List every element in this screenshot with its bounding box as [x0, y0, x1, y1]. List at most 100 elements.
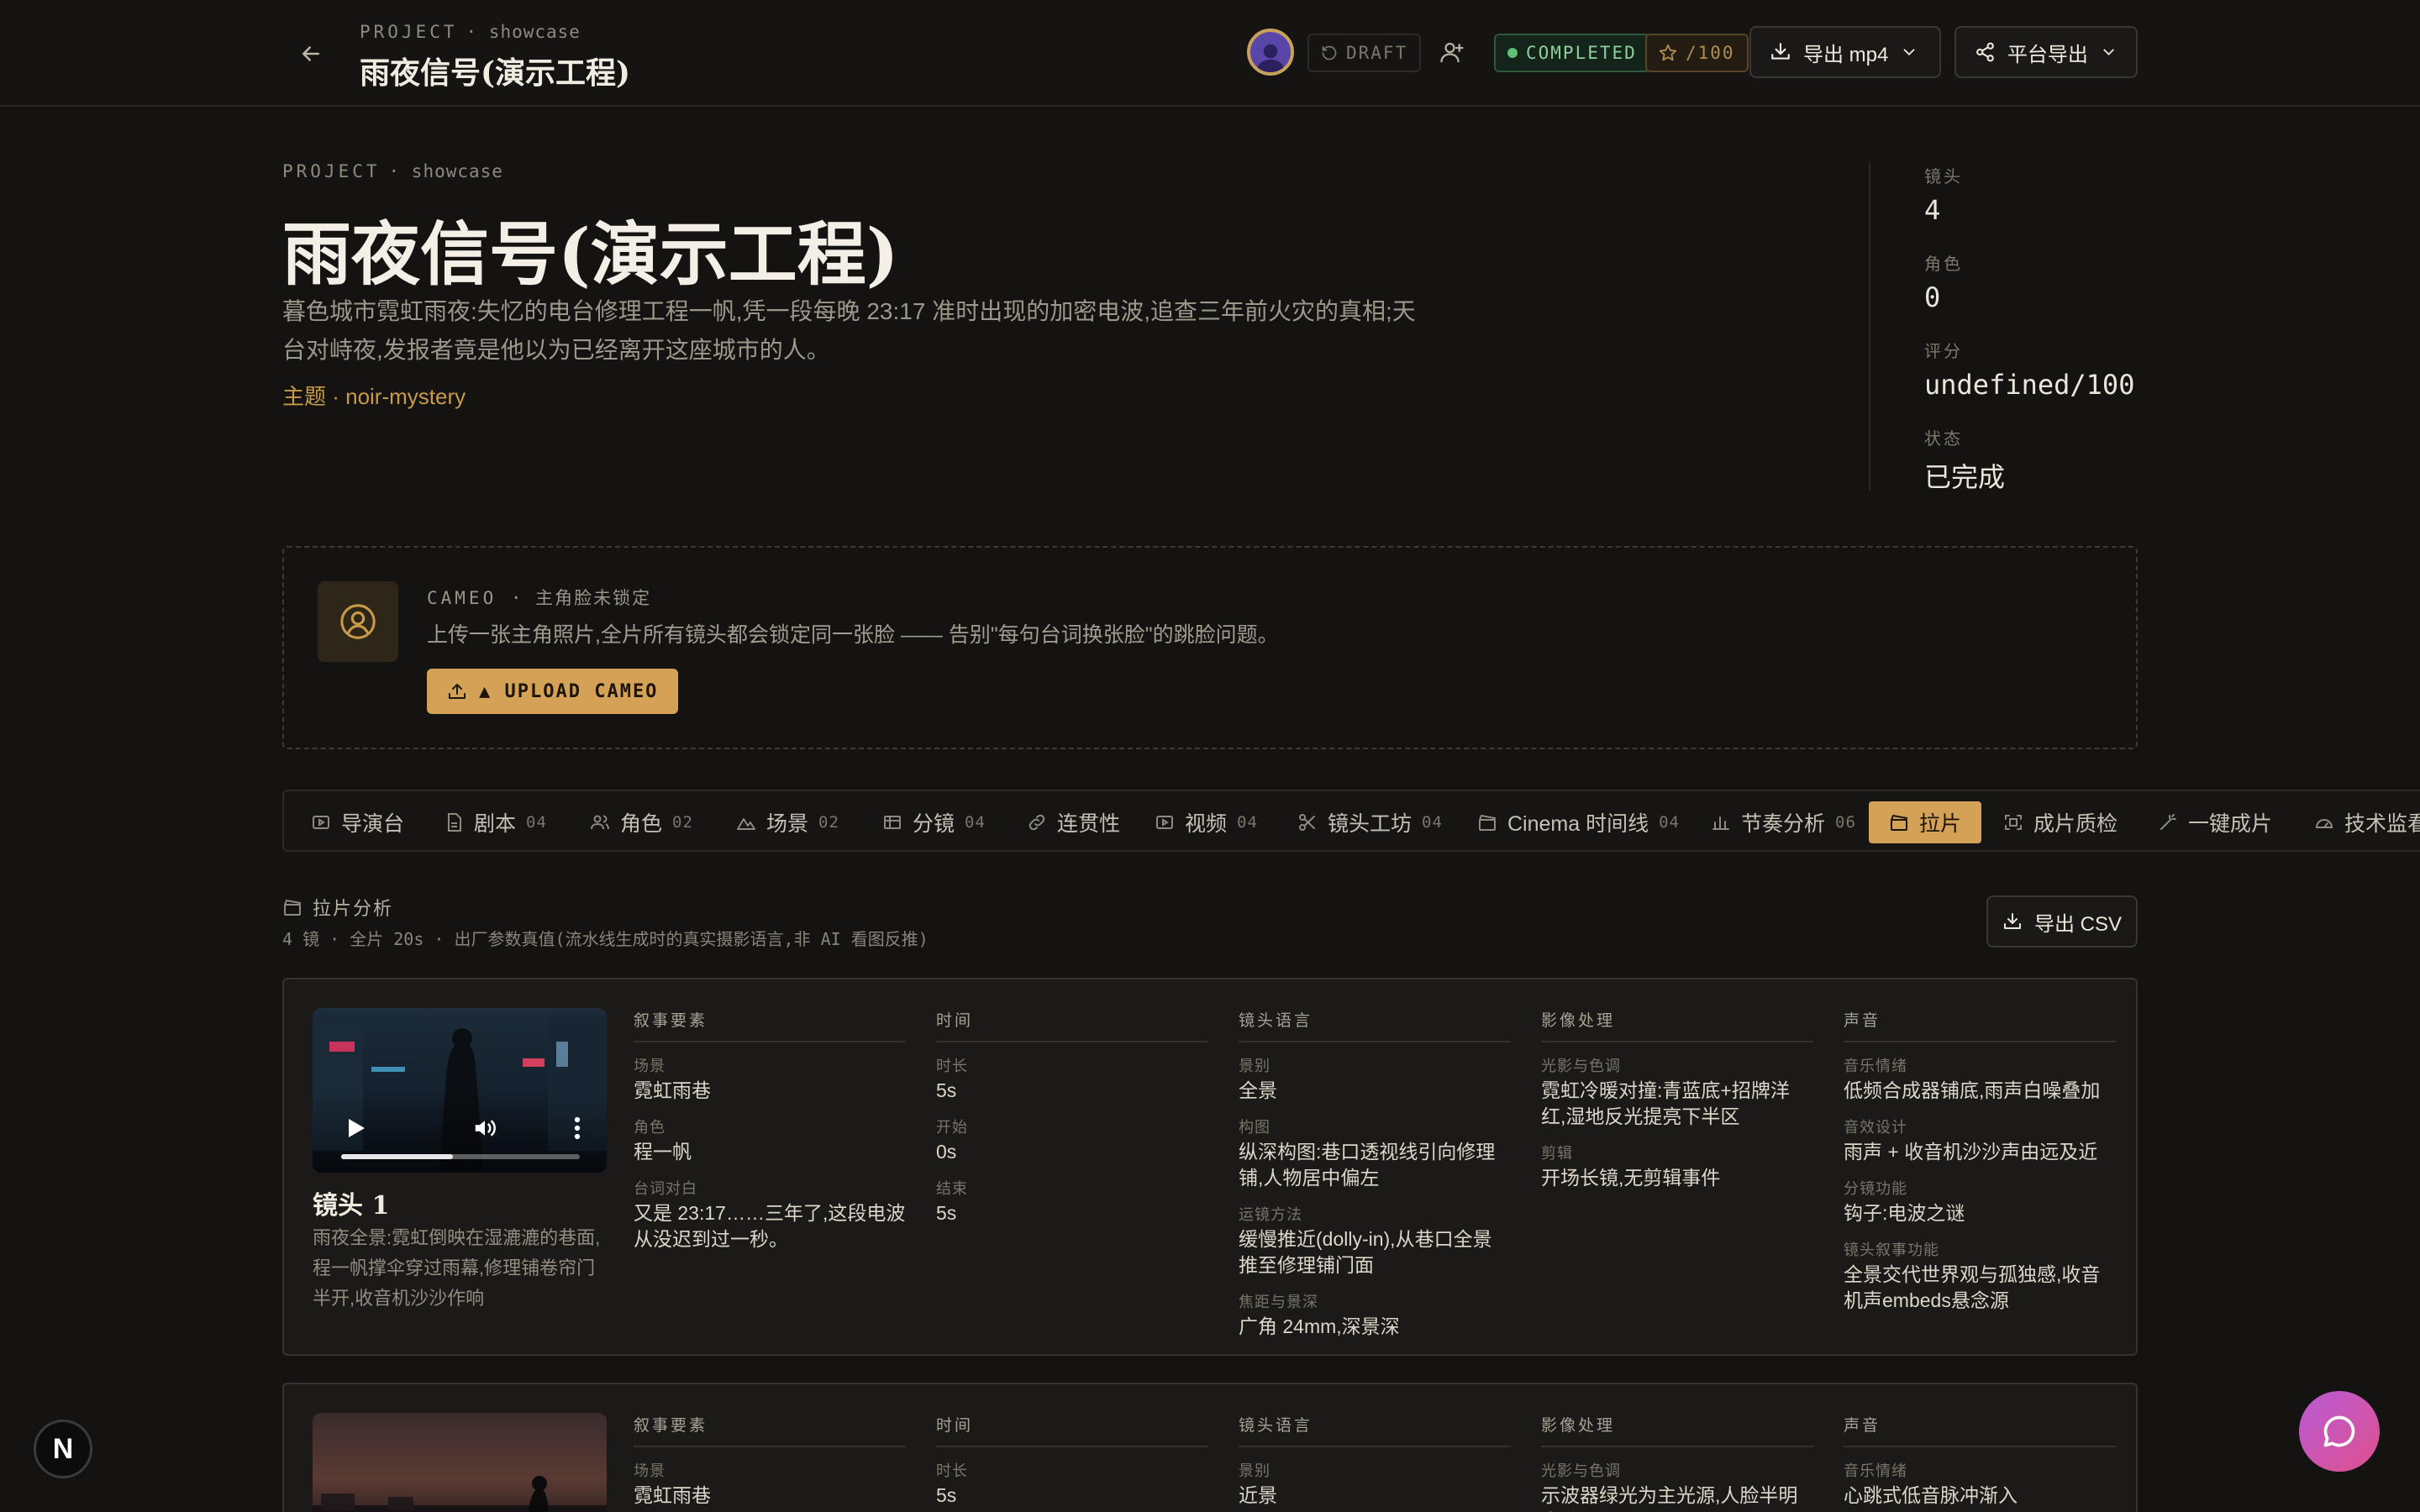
status-dot	[1507, 48, 1518, 58]
more-vertical-icon[interactable]	[573, 1116, 581, 1141]
tab-shot-breakdown[interactable]: 拉片	[1869, 801, 1982, 843]
field-label: 场景	[634, 1462, 666, 1479]
tab-characters[interactable]: 角色 02	[580, 801, 703, 843]
tab-video[interactable]: 视频 04	[1144, 801, 1268, 843]
export-csv-button[interactable]: 导出 CSV	[1986, 895, 2138, 948]
field-label: 剪辑	[1541, 1145, 1573, 1162]
field-start: 开始 0s	[936, 1116, 1208, 1165]
upload-cameo-button[interactable]: ▲ UPLOAD CAMEO	[427, 669, 679, 714]
magic-wand-icon	[2160, 814, 2176, 830]
tab-cinema-timeline[interactable]: Cinema 时间线 04	[1467, 801, 1690, 843]
tab-count: 02	[818, 813, 839, 832]
field-value: 低频合成器铺底,雨声白噪叠加	[1844, 1079, 2101, 1101]
cameo-kicker-label: CAMEO	[427, 588, 497, 608]
tab-label: 剧本	[474, 812, 517, 836]
field-camera-move: 运镜方法 缓慢推近(dolly-in),从巷口全景推至修理铺门面	[1239, 1203, 1511, 1278]
shot-video-player[interactable]	[313, 1413, 607, 1512]
mountain-icon	[737, 818, 755, 830]
shot-card: 叙事要素 场景 霓虹雨巷 时间 时长 5s 镜头语言 景别 近景 影像处理 光影与色调…	[282, 1383, 2138, 1512]
tab-label: 导演台	[341, 812, 405, 836]
field-narrative-function: 镜头叙事功能 全景交代世界观与孤独感,收音机声embeds悬念源	[1844, 1238, 2116, 1314]
field-label: 光影与色调	[1541, 1058, 1621, 1074]
user-plus-icon	[1440, 42, 1464, 63]
status-label: COMPLETED	[1526, 43, 1637, 63]
field-value: 霓虹冷暖对撞:青蓝底+招牌洋红,湿地反光提亮下半区	[1541, 1079, 1790, 1127]
download-icon	[1771, 43, 1790, 60]
tab-label: 拉片	[1919, 812, 1962, 836]
file-text-icon	[448, 813, 461, 832]
stat-value: 4	[1924, 194, 1941, 226]
platform-export-button[interactable]: 平台导出	[1954, 26, 2138, 78]
cameo-panel: CAMEO · 主角脸未锁定 上传一张主角照片,全片所有镜头都会锁定同一张脸 —…	[282, 546, 2138, 749]
stat-label: 角色	[1924, 255, 1963, 274]
tab-count: 04	[526, 813, 547, 832]
column-time: 时间 时长 5s	[936, 1413, 1208, 1509]
tab-label: 连贯性	[1057, 812, 1121, 836]
tab-continuity[interactable]: 连贯性	[1017, 801, 1130, 843]
history-icon	[1322, 45, 1337, 60]
grid-icon	[884, 816, 901, 829]
field-value: 程一帆	[634, 1141, 692, 1163]
tab-one-click[interactable]: 一键成片	[2148, 801, 2282, 843]
tab-rhythm-analysis[interactable]: 节奏分析 06	[1701, 801, 1866, 843]
tab-shot-workshop[interactable]: 镜头工坊 04	[1287, 801, 1453, 843]
video-progress-fill	[341, 1154, 454, 1159]
back-button[interactable]	[289, 32, 333, 76]
field-value: 全景交代世界观与孤独感,收音机声embeds悬念源	[1844, 1263, 2101, 1311]
field-value: 5s	[936, 1202, 957, 1224]
column-header: 时间	[936, 1413, 1208, 1447]
field-label: 台词对白	[634, 1180, 697, 1197]
top-bar: PROJECT · showcase 雨夜信号(演示工程) DRAFT COMPL…	[0, 0, 2420, 107]
field-scene: 场景 霓虹雨巷	[634, 1459, 906, 1509]
play-icon[interactable]	[346, 1117, 366, 1139]
shot-video-player[interactable]	[313, 1008, 607, 1173]
column-header: 声音	[1844, 1413, 2116, 1447]
stat-value: 已完成	[1924, 462, 2006, 492]
field-value: 缓慢推近(dolly-in),从巷口全景推至修理铺门面	[1239, 1228, 1492, 1276]
scissors-icon	[1299, 814, 1315, 831]
tab-script[interactable]: 剧本 04	[434, 801, 557, 843]
cameo-description: 上传一张主角照片,全片所有镜头都会锁定同一张脸 —— 告别"每句台词换张脸"的跳…	[427, 623, 1279, 647]
score-chip: /100	[1645, 34, 1749, 72]
add-collaborator-button[interactable]	[1434, 34, 1470, 71]
video-progress-bar[interactable]	[341, 1154, 580, 1159]
user-silhouette-icon	[1256, 44, 1285, 72]
field-value: 霓虹雨巷	[634, 1484, 711, 1506]
video-controls	[313, 1497, 607, 1512]
draft-chip[interactable]: DRAFT	[1307, 34, 1422, 72]
tab-label: 一键成片	[2188, 812, 2273, 836]
column-header: 镜头语言	[1239, 1413, 1511, 1447]
field-value: 雨声 + 收音机沙沙声由远及近	[1844, 1141, 2098, 1163]
cameo-icon-box	[318, 581, 398, 662]
play-square-icon	[313, 816, 329, 829]
topbar-kicker: PROJECT · showcase	[360, 22, 581, 42]
export-mp4-button[interactable]: 导出 mp4	[1749, 26, 1941, 78]
field-duration: 时长 5s	[936, 1459, 1208, 1509]
hero-kicker-sub: · showcase	[388, 161, 503, 181]
field-scene: 场景 霓虹雨巷	[634, 1054, 906, 1104]
arrow-left-icon	[302, 46, 319, 61]
tab-label: 视频	[1185, 812, 1228, 836]
tab-tech-monitor[interactable]: 技术监看	[2304, 801, 2420, 843]
topbar-title: 雨夜信号(演示工程)	[360, 55, 631, 91]
tab-scenes[interactable]: 场景 02	[726, 801, 850, 843]
chevron-down-icon	[2103, 49, 2114, 55]
framework-logo: N	[52, 1432, 74, 1465]
field-shot-size: 景别 近景	[1239, 1459, 1511, 1509]
volume-icon[interactable]	[471, 1116, 499, 1141]
tab-director[interactable]: 导演台	[301, 801, 414, 843]
framework-badge[interactable]: N	[34, 1420, 92, 1478]
tab-storyboard[interactable]: 分镜 04	[872, 801, 996, 843]
tab-quality-check[interactable]: 成片质检	[1993, 801, 2128, 843]
field-label: 结束	[936, 1180, 968, 1197]
gauge-icon	[2315, 819, 2333, 828]
stat-shots: 镜头 4	[1924, 163, 1963, 226]
field-label: 时长	[936, 1462, 968, 1479]
avatar[interactable]	[1247, 29, 1294, 76]
chat-button[interactable]	[2299, 1391, 2380, 1472]
field-label: 构图	[1239, 1119, 1270, 1136]
field-lighting: 光影与色调示波器绿光为主光源,人脸半明半暗	[1541, 1459, 1813, 1512]
cameo-kicker-sub: · 主角脸未锁定	[510, 588, 652, 608]
user-circle-icon	[340, 604, 376, 639]
field-label: 景别	[1239, 1462, 1270, 1479]
